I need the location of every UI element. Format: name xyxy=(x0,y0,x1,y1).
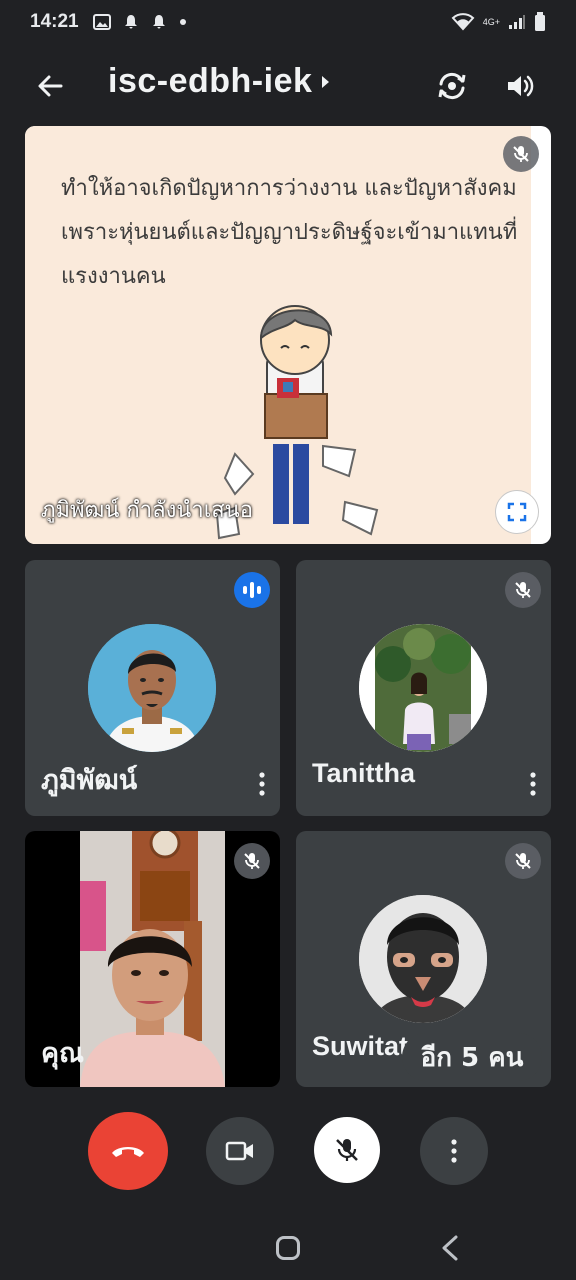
participant-name: ภูมิพัฒน์ xyxy=(41,765,138,796)
switch-camera-button[interactable] xyxy=(432,66,472,106)
avatar-photo xyxy=(359,895,487,1023)
battery-icon xyxy=(535,12,545,31)
fullscreen-icon xyxy=(507,502,527,522)
avatar xyxy=(359,624,487,752)
participant-options-button[interactable] xyxy=(521,766,545,802)
presenter-muted-indicator xyxy=(503,136,539,172)
system-navigation-bar xyxy=(0,1212,576,1280)
more-vert-icon xyxy=(451,1139,457,1163)
meeting-code: isc-edbh-iek xyxy=(108,62,313,100)
microphone-toggle-button[interactable] xyxy=(314,1117,380,1183)
arrow-left-icon xyxy=(38,75,63,97)
back-button[interactable] xyxy=(30,66,70,106)
gallery-notification-icon xyxy=(92,14,111,30)
avatar-photo xyxy=(88,624,216,752)
mic-off-icon xyxy=(244,853,260,869)
participant-tile[interactable]: Tanittha xyxy=(296,560,551,816)
slide-text-line: แรงงานคน xyxy=(61,264,166,289)
meeting-title-button[interactable]: isc-edbh-iek xyxy=(108,62,330,101)
slide-text-line: เพราะหุ่นยนต์และปัญญาประดิษฐ์จะเข้ามาแทน… xyxy=(61,220,518,245)
mic-off-icon xyxy=(513,146,529,162)
presentation-tile[interactable]: ทำให้อาจเกิดปัญหาการว่างงาน และปัญหาสังค… xyxy=(25,126,551,544)
participant-name: Tanittha xyxy=(312,758,415,788)
muted-indicator xyxy=(505,843,541,879)
network-type-label: 4G+ xyxy=(482,16,500,27)
avatar xyxy=(88,624,216,752)
phone-hangup-icon xyxy=(112,1147,144,1157)
self-camera-feed xyxy=(80,831,225,1087)
more-vert-icon xyxy=(259,772,265,796)
more-participants-chip[interactable]: อีก 5 คน xyxy=(402,1033,542,1081)
more-notifications-dot-icon xyxy=(179,19,186,25)
status-bar: 14:21 4G+ xyxy=(0,0,576,44)
presenter-label: ภูมิพัฒน์ กำลังนำเสนอ xyxy=(41,498,253,523)
more-options-button[interactable] xyxy=(420,1117,488,1185)
mic-off-icon xyxy=(515,853,531,869)
status-time: 14:21 xyxy=(30,11,79,32)
speaker-icon xyxy=(508,75,534,97)
mic-off-icon xyxy=(336,1139,358,1161)
more-vert-icon xyxy=(530,772,536,796)
status-right-icons: 4G+ xyxy=(451,12,546,32)
notification-icons xyxy=(92,14,187,30)
shared-slide: ทำให้อาจเกิดปัญหาการว่างงาน และปัญหาสังค… xyxy=(25,126,531,544)
participant-name: คุณ xyxy=(41,1038,85,1069)
participant-name: Suwitat xyxy=(312,1031,409,1061)
mic-off-icon xyxy=(515,582,531,598)
bell-notification-icon xyxy=(124,15,137,29)
home-button[interactable] xyxy=(276,1236,300,1260)
video-camera-icon xyxy=(225,1141,253,1161)
participant-tile[interactable]: ภูมิพัฒน์ xyxy=(25,560,280,816)
switch-camera-icon xyxy=(438,72,466,100)
meeting-header: isc-edbh-iek xyxy=(0,52,576,116)
slide-text-line: ทำให้อาจเกิดปัญหาการว่างงาน และปัญหาสังค… xyxy=(61,176,517,201)
speaking-indicator-icon xyxy=(234,572,270,608)
bell-notification-icon-2 xyxy=(152,15,165,29)
muted-indicator xyxy=(505,572,541,608)
camera-frame xyxy=(80,831,225,1087)
avatar xyxy=(359,895,487,1023)
end-call-button[interactable] xyxy=(88,1112,168,1190)
muted-indicator xyxy=(234,843,270,879)
camera-toggle-button[interactable] xyxy=(206,1117,274,1185)
avatar-photo xyxy=(359,624,487,752)
self-video-tile[interactable]: คุณ xyxy=(25,831,280,1087)
wifi-icon xyxy=(451,13,475,31)
signal-icon xyxy=(509,15,525,29)
call-controls xyxy=(0,1112,576,1192)
nav-back-icon[interactable] xyxy=(438,1234,462,1262)
participant-options-button[interactable] xyxy=(250,766,274,802)
caret-right-icon xyxy=(322,75,330,88)
audio-output-button[interactable] xyxy=(500,66,540,106)
fullscreen-button[interactable] xyxy=(495,490,539,534)
